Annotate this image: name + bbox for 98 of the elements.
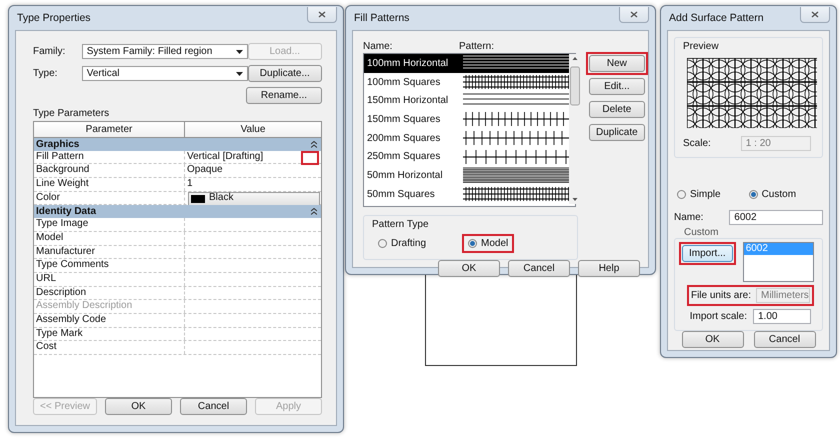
collapse-icon[interactable] xyxy=(311,208,317,216)
dropdown-value: Vertical xyxy=(86,68,120,79)
radio-button[interactable]: Model xyxy=(465,237,512,250)
close-button[interactable] xyxy=(307,7,337,23)
table-cell: Opaque xyxy=(184,164,321,178)
table-cell-text: Type Mark xyxy=(35,328,84,340)
units-field: Millimeters xyxy=(756,288,810,303)
table-cell: 1 xyxy=(184,178,321,191)
radio-button[interactable]: Drafting xyxy=(375,237,430,250)
dialog-button[interactable]: OK xyxy=(438,260,500,277)
pattern-list-item[interactable]: 200mm Squares xyxy=(364,128,569,148)
table-cell-text: Description xyxy=(35,286,88,300)
column-header: Value xyxy=(184,122,321,137)
table-cell-text: Cost xyxy=(35,341,58,354)
pattern-name: 50mm Horizontal xyxy=(366,170,444,181)
radio-button[interactable]: Custom xyxy=(746,188,800,201)
dialog-button[interactable]: OK xyxy=(682,331,744,348)
table-cell-text: Line Weight xyxy=(35,178,90,191)
table-cell: Vertical [Drafting] xyxy=(187,151,264,164)
import-button[interactable]: Import... xyxy=(682,245,733,262)
caret-icon xyxy=(236,72,243,76)
scale-field: 1 : 20 xyxy=(740,136,811,151)
group-header[interactable]: Identity Data xyxy=(34,205,321,218)
group-header[interactable]: Graphics xyxy=(34,138,321,151)
pattern-list-item[interactable]: 100mm Squares xyxy=(364,72,569,92)
dialog-title: Type Properties xyxy=(16,12,91,24)
name-field[interactable]: 6002 xyxy=(729,210,823,225)
table-cell-text: Type Image xyxy=(35,218,90,231)
group-label: Custom xyxy=(684,227,720,238)
table-cell-text: Model xyxy=(35,232,64,245)
pattern-name: 150mm Horizontal xyxy=(366,95,450,106)
pattern-list-item[interactable]: 50mm Horizontal xyxy=(364,166,569,185)
close-icon xyxy=(811,11,819,18)
pattern-list-item[interactable]: 150mm Horizontal xyxy=(364,91,569,110)
group-title: Identity Data xyxy=(36,206,96,218)
close-button[interactable] xyxy=(800,7,830,23)
field-label: Name: xyxy=(674,212,704,223)
side-button[interactable]: Delete xyxy=(589,101,645,118)
radio-circle[interactable] xyxy=(378,239,387,248)
pattern-name: 250mm Squares xyxy=(366,151,442,162)
close-icon xyxy=(318,11,326,18)
table-cell-text: Type Comments xyxy=(35,259,110,272)
pattern-list-item[interactable]: 250mm Squares xyxy=(364,147,569,166)
table-cell-text: Fill Pattern xyxy=(35,150,85,164)
column-header: Parameter xyxy=(84,123,134,137)
import-scale-field[interactable]: 1.00 xyxy=(753,309,811,324)
pattern-name: 100mm Squares xyxy=(366,76,442,88)
dialog-button[interactable]: Cancel xyxy=(508,260,570,277)
caret-icon xyxy=(236,50,243,54)
pattern-list-item[interactable]: 50mm Squares xyxy=(364,184,569,204)
side-button[interactable]: Duplicate... xyxy=(248,65,322,82)
close-button[interactable] xyxy=(619,7,649,23)
group-label: Pattern Type xyxy=(372,219,430,230)
table-cell-text: Assembly Code xyxy=(35,314,108,327)
pattern-name: 150mm Squares xyxy=(366,114,442,125)
dropdown-value: System Family: Filled region xyxy=(86,46,212,57)
table-cell-text: Assembly Description xyxy=(35,300,134,313)
scrollbar[interactable] xyxy=(569,54,581,204)
pattern-list-item[interactable]: 150mm Squares xyxy=(364,110,569,129)
pattern-list-item[interactable]: 100mm Horizontal xyxy=(364,54,569,73)
section-label: Type Parameters xyxy=(33,108,110,119)
table-cell-text: Background xyxy=(35,164,90,178)
color-name: Black xyxy=(209,192,234,206)
dialog-button[interactable]: Cancel xyxy=(754,331,816,348)
field-label: Import scale: xyxy=(690,311,747,322)
pattern-name: 50mm Squares xyxy=(366,188,436,200)
color-button[interactable]: Black xyxy=(188,192,320,206)
table-cell-text: Color xyxy=(35,192,61,205)
radio-circle[interactable] xyxy=(677,190,686,199)
column-header: Pattern: xyxy=(459,40,494,52)
column-header: Name: xyxy=(363,40,394,52)
group-label: Preview xyxy=(683,41,720,52)
field-label: Type: xyxy=(33,68,58,79)
side-button[interactable]: Rename... xyxy=(246,87,322,104)
side-button[interactable]: Duplicate xyxy=(589,124,645,141)
pattern-name: 200mm Squares xyxy=(366,132,442,144)
radio-circle[interactable] xyxy=(748,190,758,199)
field-label: Scale: xyxy=(683,138,711,149)
dialog-button[interactable]: Cancel xyxy=(180,398,247,415)
side-button[interactable]: New xyxy=(589,55,645,72)
close-icon xyxy=(630,11,638,18)
dialog-title: Add Surface Pattern xyxy=(668,12,764,24)
browse-button[interactable] xyxy=(301,150,319,165)
dropdown-field[interactable]: Vertical xyxy=(82,66,248,81)
field-label: File units are: xyxy=(690,290,751,301)
group-title: Graphics xyxy=(36,138,80,150)
table-cell-text: URL xyxy=(35,272,58,286)
radio-button[interactable]: Simple xyxy=(674,188,724,201)
table-cell-text: Manufacturer xyxy=(35,246,96,258)
collapse-icon[interactable] xyxy=(311,140,317,148)
pattern-name: 100mm Horizontal xyxy=(366,58,450,69)
dialog-button[interactable]: OK xyxy=(105,398,172,415)
radio-circle[interactable] xyxy=(468,239,478,248)
side-button[interactable]: Edit... xyxy=(589,78,645,95)
dialog-title: Fill Patterns xyxy=(353,12,410,24)
dialog-button[interactable]: Help xyxy=(578,260,640,277)
field-label: Family: xyxy=(33,46,66,57)
dropdown-field[interactable]: System Family: Filled region xyxy=(82,44,248,59)
